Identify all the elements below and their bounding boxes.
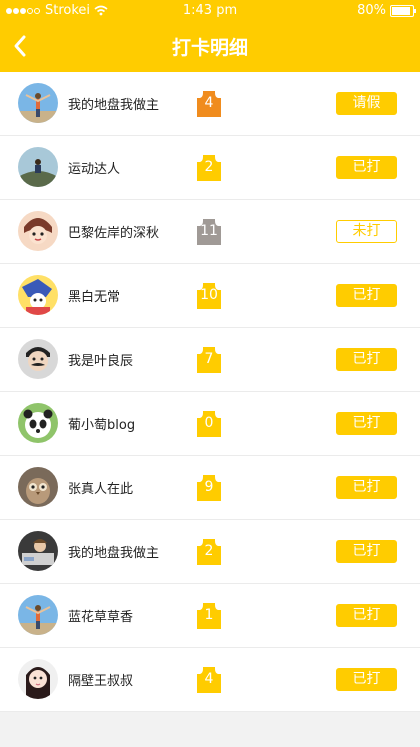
list-item: 张真人在此 9 已打 xyxy=(0,456,420,520)
battery-status: 80% xyxy=(357,3,416,18)
jersey-number: 2 xyxy=(204,159,214,175)
avatar[interactable] xyxy=(18,275,58,315)
member-name: 葡小萄blog xyxy=(68,418,136,433)
checkin-status-button[interactable]: 已打 xyxy=(336,540,397,563)
list-item: 巴黎佐岸的深秋 11 未打 xyxy=(0,200,420,264)
checkin-status-button[interactable]: 已打 xyxy=(336,156,397,179)
list-item: 隔壁王叔叔 4 已打 xyxy=(0,648,420,712)
jersey-icon: 4 xyxy=(196,666,222,694)
jersey-icon: 9 xyxy=(196,474,222,502)
avatar[interactable] xyxy=(18,211,58,251)
jersey-icon: 4 xyxy=(196,90,222,118)
list-item: 黑白无常 10 已打 xyxy=(0,264,420,328)
member-name: 我的地盘我做主 xyxy=(68,546,160,561)
checkin-list: 我的地盘我做主 4 请假 运动达人 2 已打 巴黎佐岸的深秋 11 未打 黑白无常 10 已打 我是叶良… xyxy=(0,72,420,712)
avatar[interactable] xyxy=(18,467,58,507)
checkin-status-button[interactable]: 已打 xyxy=(336,284,397,307)
member-name: 运动达人 xyxy=(68,162,121,177)
battery-percent: 80% xyxy=(357,3,386,18)
list-item: 我是叶良辰 7 已打 xyxy=(0,328,420,392)
list-item: 我的地盘我做主 2 已打 xyxy=(0,520,420,584)
jersey-number: 2 xyxy=(204,543,214,559)
member-name: 黑白无常 xyxy=(68,290,121,305)
list-item: 运动达人 2 已打 xyxy=(0,136,420,200)
list-item: 我的地盘我做主 4 请假 xyxy=(0,72,420,136)
jersey-number: 4 xyxy=(204,95,214,111)
jersey-number: 7 xyxy=(204,351,214,367)
jersey-icon: 2 xyxy=(196,538,222,566)
avatar[interactable] xyxy=(18,147,58,187)
jersey-icon: 0 xyxy=(196,410,222,438)
avatar[interactable] xyxy=(18,339,58,379)
avatar[interactable] xyxy=(18,403,58,443)
checkin-status-button[interactable]: 已打 xyxy=(336,348,397,371)
jersey-number: 9 xyxy=(204,479,214,495)
member-name: 张真人在此 xyxy=(68,482,134,497)
jersey-number: 11 xyxy=(200,223,218,239)
nav-bar: 打卡明细 xyxy=(0,20,420,72)
jersey-number: 10 xyxy=(200,287,218,303)
avatar[interactable] xyxy=(18,83,58,123)
member-name: 我的地盘我做主 xyxy=(68,98,160,113)
checkin-status-button[interactable]: 已打 xyxy=(336,668,397,691)
checkin-status-button[interactable]: 已打 xyxy=(336,412,397,435)
list-item: 葡小萄blog 0 已打 xyxy=(0,392,420,456)
member-name: 蓝花草草香 xyxy=(68,610,134,625)
battery-icon xyxy=(390,4,416,17)
jersey-icon: 1 xyxy=(196,602,222,630)
jersey-number: 0 xyxy=(204,415,214,431)
status-bar: Strokei 1:43 pm 80% xyxy=(0,0,420,20)
checkin-status-button[interactable]: 已打 xyxy=(336,604,397,627)
jersey-number: 1 xyxy=(204,607,214,623)
jersey-number: 4 xyxy=(204,671,214,687)
checkin-status-button[interactable]: 已打 xyxy=(336,476,397,499)
checkin-status-button[interactable]: 未打 xyxy=(336,220,397,243)
page-title: 打卡明细 xyxy=(171,37,248,59)
member-name: 隔壁王叔叔 xyxy=(68,674,134,689)
checkin-status-button[interactable]: 请假 xyxy=(336,92,397,115)
jersey-icon: 11 xyxy=(196,218,222,246)
header: Strokei 1:43 pm 80% 打卡明细 xyxy=(0,0,420,72)
jersey-icon: 7 xyxy=(196,346,222,374)
avatar[interactable] xyxy=(18,659,58,699)
avatar[interactable] xyxy=(18,531,58,571)
list-item: 蓝花草草香 1 已打 xyxy=(0,584,420,648)
avatar[interactable] xyxy=(18,595,58,635)
member-name: 巴黎佐岸的深秋 xyxy=(68,226,160,241)
member-name: 我是叶良辰 xyxy=(68,354,134,369)
jersey-icon: 2 xyxy=(196,154,222,182)
jersey-icon: 10 xyxy=(196,282,222,310)
